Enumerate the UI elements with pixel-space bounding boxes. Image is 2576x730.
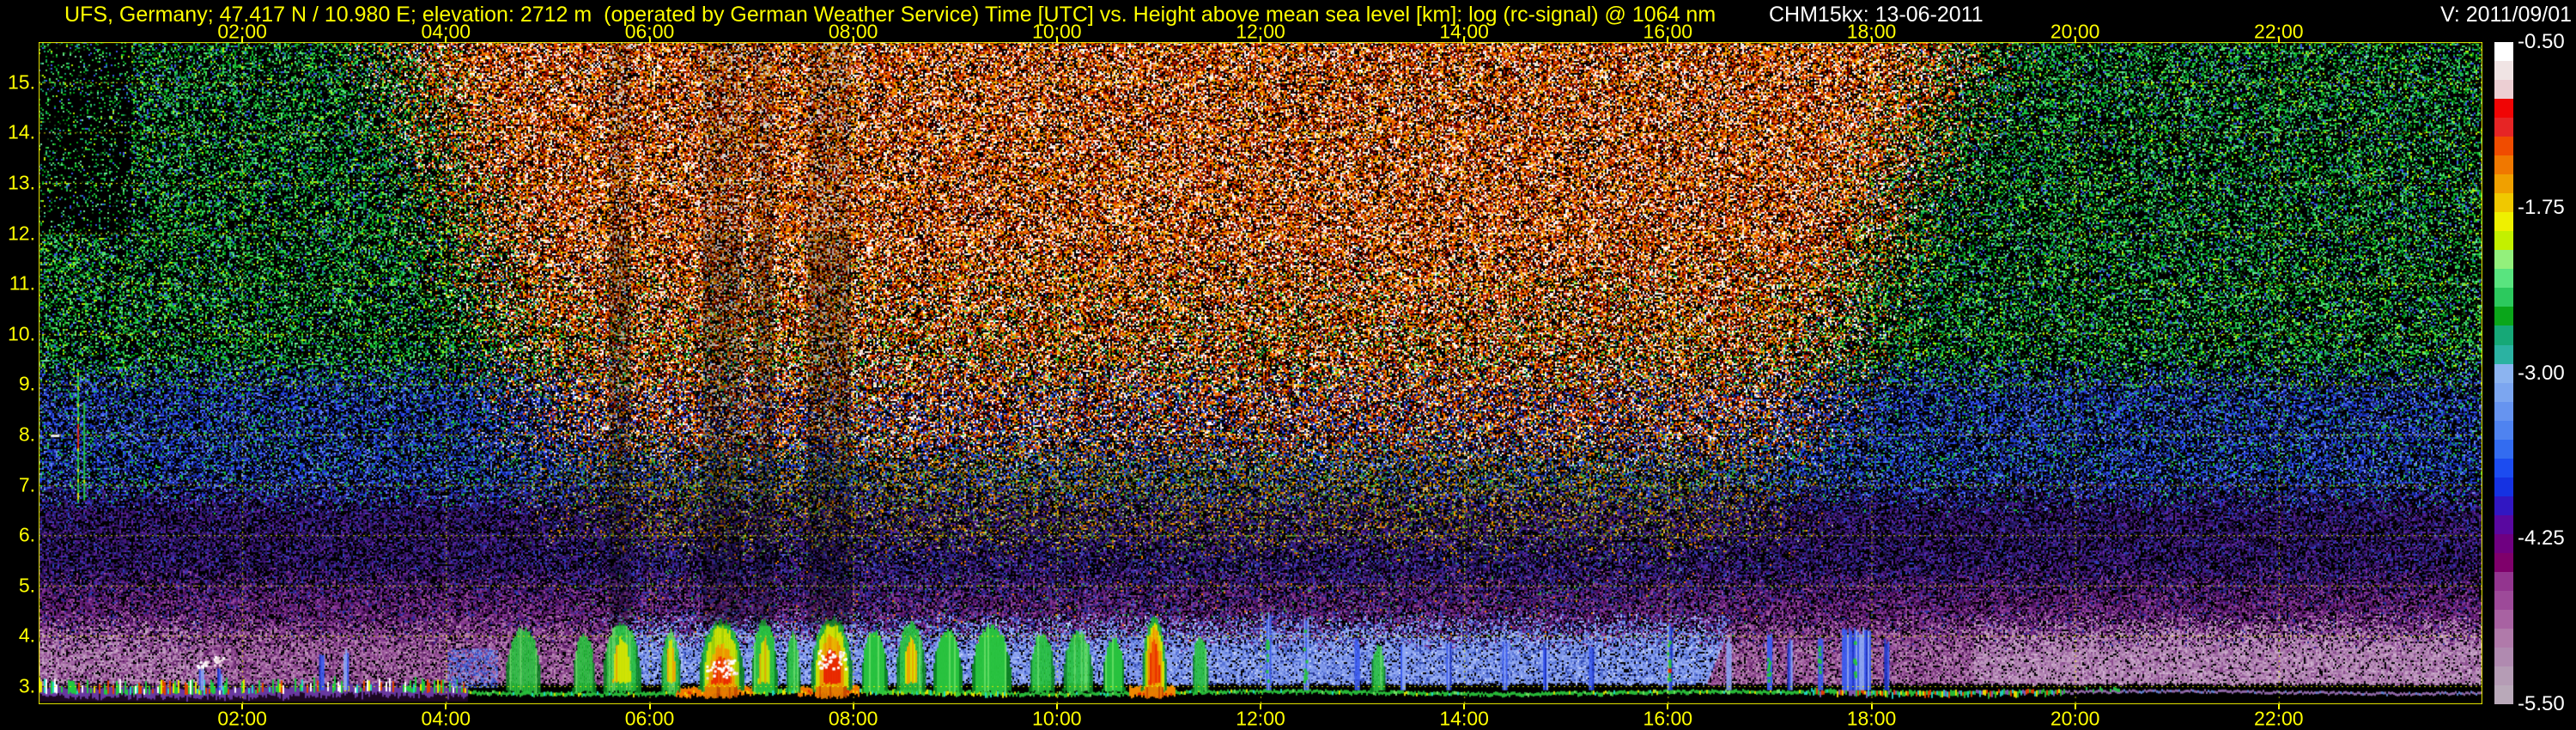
height-tick: 6. xyxy=(19,524,35,547)
time-tick-mark xyxy=(1667,38,1668,43)
height-tick: 14. xyxy=(8,121,35,144)
bottom-time-tick: 20:00 xyxy=(2050,708,2100,730)
time-tick-mark xyxy=(1056,704,1058,709)
time-tick-mark xyxy=(2075,704,2076,709)
colorbar-segment xyxy=(2494,459,2513,478)
time-tick-mark xyxy=(445,38,447,43)
colorbar-segment xyxy=(2494,515,2513,534)
height-tick: 9. xyxy=(19,373,35,396)
bottom-time-tick: 02:00 xyxy=(217,708,267,730)
colorbar-segment xyxy=(2494,496,2513,515)
version-label: V: 2011/09/01 xyxy=(2440,3,2572,27)
colorbar-segment xyxy=(2494,666,2513,685)
colorbar-segment xyxy=(2494,478,2513,496)
colorbar-segment xyxy=(2494,383,2513,402)
colorbar-tick: -4.25 xyxy=(2518,526,2565,551)
height-tick: 5. xyxy=(19,574,35,597)
time-tick-mark xyxy=(1463,38,1465,43)
bottom-time-tick: 06:00 xyxy=(625,708,675,730)
bottom-time-tick: 08:00 xyxy=(829,708,878,730)
time-tick-mark xyxy=(1463,704,1465,709)
colorbar-tick: -5.50 xyxy=(2518,692,2565,716)
colorbar-segment xyxy=(2494,155,2513,174)
time-tick-mark xyxy=(2278,38,2280,43)
colorbar-segment xyxy=(2494,364,2513,383)
time-tick-mark xyxy=(241,38,243,43)
height-tick: 4. xyxy=(19,624,35,648)
colorbar-segment xyxy=(2494,250,2513,269)
colorbar-segment xyxy=(2494,80,2513,99)
colorbar-segment xyxy=(2494,629,2513,648)
time-tick-mark xyxy=(1871,704,1873,709)
time-tick-mark xyxy=(853,38,854,43)
height-tick: 13. xyxy=(8,172,35,195)
height-tick: 12. xyxy=(8,222,35,245)
colorbar-segment xyxy=(2494,288,2513,307)
colorbar-segment xyxy=(2494,421,2513,440)
bottom-time-tick: 10:00 xyxy=(1032,708,1082,730)
time-tick-mark xyxy=(1260,704,1261,709)
colorbar-tick: -0.50 xyxy=(2518,30,2565,54)
colorbar-segment xyxy=(2494,212,2513,231)
colorbar-segment xyxy=(2494,174,2513,193)
time-tick-mark xyxy=(2278,704,2280,709)
colorbar-segment xyxy=(2494,591,2513,610)
plot-title: Time [UTC] vs. Height above mean sea lev… xyxy=(985,3,1716,27)
height-tick: 11. xyxy=(9,272,35,295)
colorbar-segment xyxy=(2494,42,2513,61)
height-tick: 10. xyxy=(8,322,35,345)
colorbar-segment xyxy=(2494,534,2513,553)
time-tick-mark xyxy=(1667,704,1668,709)
colorbar-segment xyxy=(2494,61,2513,80)
colorbar-segment xyxy=(2494,137,2513,155)
time-tick-mark xyxy=(853,704,854,709)
time-tick-mark xyxy=(445,704,447,709)
time-tick-mark xyxy=(241,704,243,709)
colorbar-segment xyxy=(2494,193,2513,212)
bottom-time-tick: 22:00 xyxy=(2254,708,2304,730)
time-tick-mark xyxy=(649,704,651,709)
colorbar-segment xyxy=(2494,610,2513,629)
colorbar-segment xyxy=(2494,345,2513,364)
time-tick-mark xyxy=(1260,38,1261,43)
time-tick-mark xyxy=(649,38,651,43)
colorbar-tick: -1.75 xyxy=(2518,196,2565,220)
colorbar-segment xyxy=(2494,307,2513,325)
bottom-time-tick: 14:00 xyxy=(1439,708,1489,730)
colorbar-segment xyxy=(2494,648,2513,666)
bottom-time-tick: 18:00 xyxy=(1847,708,1897,730)
colorbar-segment xyxy=(2494,269,2513,288)
height-tick: 15. xyxy=(8,70,35,94)
time-tick-mark xyxy=(2075,38,2076,43)
colorbar-segment xyxy=(2494,685,2513,704)
plot-area xyxy=(39,42,2482,704)
colorbar-segment xyxy=(2494,402,2513,421)
colorbar-segment xyxy=(2494,553,2513,572)
bottom-time-tick: 12:00 xyxy=(1236,708,1285,730)
bottom-time-tick: 16:00 xyxy=(1643,708,1693,730)
colorbar-segment xyxy=(2494,572,2513,591)
colorbar-segment xyxy=(2494,231,2513,250)
time-tick-mark xyxy=(1871,38,1873,43)
height-tick: 7. xyxy=(19,473,35,496)
height-tick: 3. xyxy=(19,675,35,698)
time-tick-mark xyxy=(1056,38,1058,43)
colorbar-segment xyxy=(2494,325,2513,344)
colorbar-segment xyxy=(2494,99,2513,118)
colorbar-segment xyxy=(2494,118,2513,137)
backscatter-heatmap xyxy=(39,42,2482,704)
height-tick: 8. xyxy=(19,423,35,447)
colorbar xyxy=(2494,42,2513,704)
colorbar-segment xyxy=(2494,440,2513,459)
colorbar-tick: -3.00 xyxy=(2518,362,2565,386)
bottom-time-tick: 04:00 xyxy=(422,708,471,730)
